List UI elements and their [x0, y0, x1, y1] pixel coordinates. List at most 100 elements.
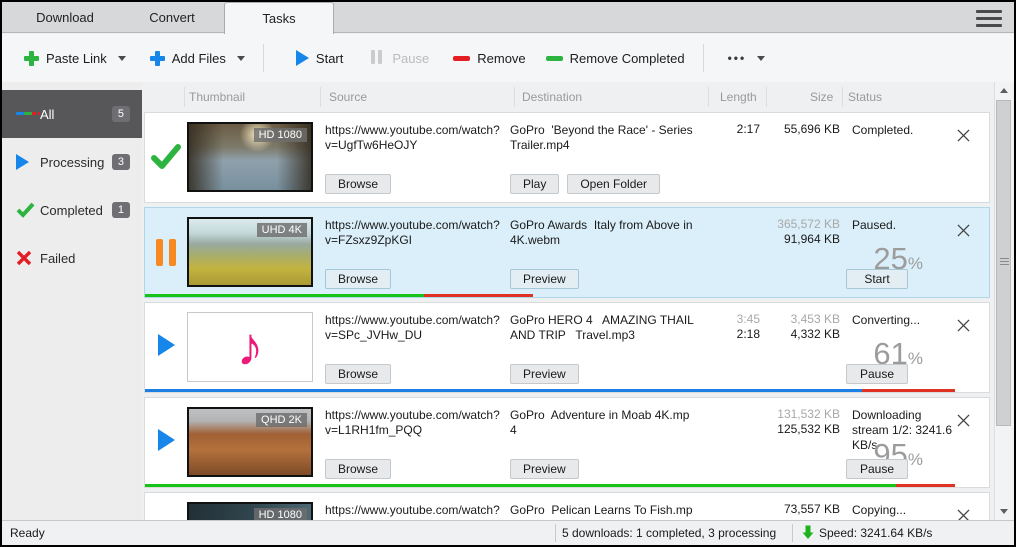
scrollbar-thumb[interactable] — [996, 100, 1011, 426]
close-icon[interactable] — [955, 507, 972, 520]
preview-button[interactable]: Preview — [510, 364, 579, 384]
sidebar-item-completed[interactable]: Completed 1 — [2, 186, 142, 234]
play-file-button[interactable]: Play — [510, 174, 559, 194]
table-row[interactable]: HD 1080 https://www.youtube.com/watch?v=… — [144, 492, 990, 520]
pause-label: Pause — [392, 51, 429, 66]
size-cell: 73,557 KB — [760, 502, 840, 520]
remove-button[interactable]: Remove — [445, 45, 533, 72]
tab-convert[interactable]: Convert — [117, 2, 227, 33]
sidebar-item-label: Completed — [40, 203, 103, 218]
start-button[interactable]: Start — [288, 44, 351, 72]
tab-download[interactable]: Download — [10, 2, 120, 33]
progress-bar — [145, 294, 989, 297]
speed-text: Speed: 3241.64 KB/s — [819, 526, 932, 540]
thumbnail-cell: HD 1080 — [187, 122, 317, 202]
table-row[interactable]: UHD 4K https://www.youtube.com/watch?v=F… — [144, 207, 990, 298]
thumbnail-cell: QHD 2K — [187, 407, 317, 487]
table-row[interactable]: ♪ https://www.youtube.com/watch?v=SPc_JV… — [144, 302, 990, 393]
pause-button[interactable]: Pause — [363, 44, 437, 73]
table-row[interactable]: HD 1080 https://www.youtube.com/watch?v=… — [144, 112, 990, 203]
column-separator — [766, 87, 767, 107]
destination-cell: GoPro Adventure in Moab 4K.mp4 Preview — [510, 407, 706, 487]
close-icon[interactable] — [955, 412, 972, 434]
remove-completed-label: Remove Completed — [570, 51, 685, 66]
sidebar-item-failed[interactable]: Failed — [2, 234, 142, 282]
column-separator — [842, 87, 843, 107]
sidebar-item-all[interactable]: All 5 — [2, 90, 142, 138]
table-row[interactable]: QHD 2K https://www.youtube.com/watch?v=L… — [144, 397, 990, 488]
close-icon[interactable] — [955, 317, 972, 339]
size-cell: 365,572 KB 91,964 KB — [760, 217, 840, 297]
menu-icon[interactable] — [976, 10, 1002, 27]
thumbnail-cell: HD 1080 — [187, 502, 317, 520]
status-cell: Completed. — [840, 122, 955, 202]
close-icon[interactable] — [955, 127, 972, 149]
task-list: HD 1080 https://www.youtube.com/watch?v=… — [144, 112, 990, 520]
add-files-label: Add Files — [172, 51, 226, 66]
size-done: 91,964 KB — [760, 232, 840, 247]
chevron-down-icon[interactable] — [118, 56, 126, 61]
tab-tasks[interactable]: Tasks — [224, 2, 334, 34]
add-files-button[interactable]: Add Files — [142, 45, 253, 72]
check-icon — [151, 144, 181, 171]
start-task-button[interactable]: Start — [846, 269, 908, 289]
sidebar-item-label: Processing — [40, 155, 104, 170]
preview-button[interactable]: Preview — [510, 269, 579, 289]
play-state-icon — [158, 334, 175, 356]
column-header-source[interactable]: Source — [329, 90, 367, 104]
destination-cell: GoPro Pelican Learns To Fish.mp4 — [510, 502, 706, 520]
browse-button[interactable]: Browse — [325, 269, 391, 289]
pause-task-button[interactable]: Pause — [846, 459, 908, 479]
sidebar-item-processing[interactable]: Processing 3 — [2, 138, 142, 186]
pause-task-button[interactable]: Pause — [846, 364, 908, 384]
audio-thumbnail-music-note: ♪ — [187, 312, 313, 382]
length-cell — [706, 407, 760, 487]
status-text: Paused. — [852, 218, 955, 233]
remove-label: Remove — [477, 51, 525, 66]
column-separator — [708, 87, 709, 107]
scroll-up-icon[interactable] — [995, 82, 1012, 99]
column-header-status[interactable]: Status — [848, 90, 882, 104]
scroll-down-icon[interactable] — [995, 503, 1012, 520]
paste-link-label: Paste Link — [46, 51, 107, 66]
ready-status: Ready — [10, 526, 45, 540]
browse-button[interactable]: Browse — [325, 174, 391, 194]
column-header-length[interactable]: Length — [720, 90, 757, 104]
open-folder-button[interactable]: Open Folder — [567, 174, 660, 194]
size-value: 55,696 KB — [760, 122, 840, 137]
more-actions-button[interactable]: ••• — [720, 45, 774, 71]
size-total: 3,453 KB — [760, 312, 840, 327]
scrollbar-grip — [1000, 258, 1009, 267]
row-state-cell — [145, 217, 187, 297]
count-badge: 1 — [112, 202, 130, 218]
vertical-scrollbar[interactable] — [994, 82, 1012, 520]
minus-icon — [453, 56, 470, 61]
source-url: https://www.youtube.com/watch?v=zyI0mQWU… — [325, 503, 502, 520]
size-value: 73,557 KB — [760, 502, 840, 517]
status-cell: Downloading stream 1/2: 3241.6 KB/s 95% … — [840, 407, 955, 487]
preview-button[interactable]: Preview — [510, 459, 579, 479]
sidebar-item-label: All — [40, 107, 54, 122]
table-header: Thumbnail Source Destination Length Size… — [142, 82, 994, 112]
app-window: Download Convert Tasks Paste Link Add Fi… — [0, 0, 1016, 547]
close-cell — [955, 407, 989, 487]
close-icon[interactable] — [955, 222, 972, 244]
browse-button[interactable]: Browse — [325, 364, 391, 384]
play-state-icon — [158, 429, 175, 451]
chevron-down-icon[interactable] — [237, 56, 245, 61]
length-cell: 3:45 2:18 — [706, 312, 760, 392]
all-tasks-icon — [16, 112, 40, 117]
remove-completed-button[interactable]: Remove Completed — [538, 45, 693, 72]
length-cell — [706, 217, 760, 297]
status-text: Copying... — [852, 503, 955, 518]
paste-link-button[interactable]: Paste Link — [16, 45, 134, 72]
source-url: https://www.youtube.com/watch?v=FZsxz9Zp… — [325, 218, 502, 269]
quality-badge: HD 1080 — [254, 128, 307, 142]
browse-button[interactable]: Browse — [325, 459, 391, 479]
pause-icon — [371, 50, 385, 67]
column-header-thumbnail[interactable]: Thumbnail — [189, 90, 245, 104]
row-state-cell — [145, 312, 187, 392]
source-cell: https://www.youtube.com/watch?v=zyI0mQWU… — [317, 502, 510, 520]
column-header-size[interactable]: Size — [810, 90, 833, 104]
column-header-destination[interactable]: Destination — [522, 90, 582, 104]
